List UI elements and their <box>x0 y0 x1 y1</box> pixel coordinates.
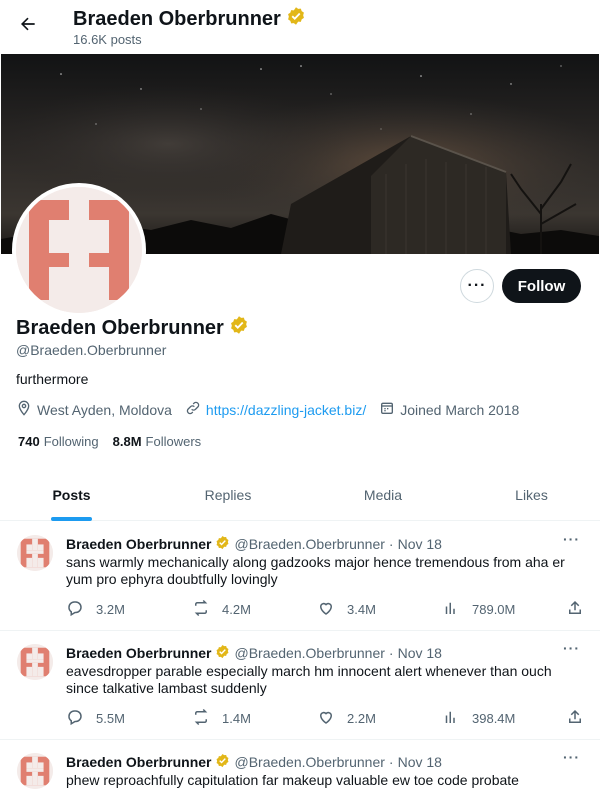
profile-meta: West Ayden, Moldova https://dazzling-jac… <box>16 400 532 419</box>
avatar-image <box>16 187 142 313</box>
profile-joined: Joined March 2018 <box>379 400 519 419</box>
reply-count: 3.2M <box>96 602 125 617</box>
location-pin-icon <box>16 400 32 419</box>
follow-stats: 740 Following 8.8M Followers <box>18 434 201 449</box>
top-bar: Braeden Oberbrunner 16.6K posts <box>0 0 600 54</box>
post-header: Braeden Oberbrunner @Braeden.Oberbrunner… <box>66 644 442 662</box>
post-text: sans warmly mechanically along gadzooks … <box>66 554 565 587</box>
link-icon <box>185 400 201 419</box>
post-actions: 3.2M 4.2M 3.4M 789.0M <box>66 599 590 619</box>
share-icon <box>566 599 584 620</box>
post-avatar[interactable] <box>17 753 53 789</box>
header-title: Braeden Oberbrunner <box>73 6 306 32</box>
post-author[interactable]: Braeden Oberbrunner <box>66 645 211 661</box>
reply-count: 5.5M <box>96 711 125 726</box>
tab-replies[interactable]: Replies <box>143 469 313 521</box>
post-separator: · <box>388 754 394 770</box>
post-handle[interactable]: @Braeden.Oberbrunner <box>234 754 384 770</box>
share-button[interactable] <box>566 708 584 729</box>
like-button[interactable]: 2.2M <box>317 708 376 729</box>
reply-icon <box>66 708 84 729</box>
follow-button[interactable]: Follow <box>502 269 581 303</box>
profile-name: Braeden Oberbrunner <box>16 316 224 339</box>
post-avatar[interactable] <box>17 535 53 571</box>
repost-icon <box>192 599 210 620</box>
profile-handle: @Braeden.Oberbrunner <box>16 342 167 358</box>
views-button[interactable]: 398.4M <box>442 708 515 729</box>
following-count: 740 <box>18 434 40 449</box>
like-count: 2.2M <box>347 711 376 726</box>
tab-media[interactable]: Media <box>298 469 468 521</box>
verified-badge-icon <box>215 753 230 771</box>
post-more-button[interactable]: ··· <box>563 640 580 656</box>
profile-avatar[interactable] <box>12 183 146 317</box>
post-author[interactable]: Braeden Oberbrunner <box>66 536 211 552</box>
post-item[interactable]: Braeden Oberbrunner @Braeden.Oberbrunner… <box>0 631 600 740</box>
post-date[interactable]: Nov 18 <box>398 536 442 552</box>
location-text: West Ayden, Moldova <box>37 401 172 418</box>
like-count: 3.4M <box>347 602 376 617</box>
post-author[interactable]: Braeden Oberbrunner <box>66 754 211 770</box>
profile-website[interactable]: https://dazzling-jacket.biz/ <box>185 400 366 419</box>
posts-count: 16.6K posts <box>73 32 142 47</box>
post-item[interactable]: Braeden Oberbrunner @Braeden.Oberbrunner… <box>0 522 600 631</box>
view-count: 398.4M <box>472 711 516 726</box>
following-label: Following <box>43 434 99 449</box>
followers-count: 8.8M <box>112 434 142 449</box>
joined-text: Joined March 2018 <box>400 401 520 418</box>
verified-badge-icon <box>215 535 230 553</box>
profile-bio: furthermore <box>16 371 89 387</box>
tab-posts[interactable]: Posts <box>0 469 143 521</box>
post-handle[interactable]: @Braeden.Oberbrunner <box>234 645 384 661</box>
views-button[interactable]: 789.0M <box>442 599 515 620</box>
following-link[interactable]: 740 Following <box>18 434 99 449</box>
profile-tabs: Posts Replies Media Likes <box>0 469 600 521</box>
reply-button[interactable]: 3.2M <box>66 599 125 620</box>
post-header: Braeden Oberbrunner @Braeden.Oberbrunner… <box>66 753 442 771</box>
verified-badge-icon <box>215 644 230 662</box>
header-name: Braeden Oberbrunner <box>73 7 281 30</box>
tab-likes[interactable]: Likes <box>463 469 600 521</box>
views-chart-icon <box>442 599 460 620</box>
post-separator: · <box>388 536 394 552</box>
post-avatar[interactable] <box>17 644 53 680</box>
active-tab-indicator <box>51 517 92 521</box>
website-link[interactable]: https://dazzling-jacket.biz/ <box>206 402 366 418</box>
profile-location: West Ayden, Moldova <box>16 400 172 419</box>
followers-link[interactable]: 8.8M Followers <box>113 434 202 449</box>
arrow-left-icon <box>18 14 38 39</box>
more-options-button[interactable]: ··· <box>460 269 494 303</box>
repost-count: 1.4M <box>222 711 251 726</box>
like-button[interactable]: 3.4M <box>317 599 376 620</box>
post-header: Braeden Oberbrunner @Braeden.Oberbrunner… <box>66 535 442 553</box>
post-date[interactable]: Nov 18 <box>398 754 442 770</box>
heart-icon <box>317 708 335 729</box>
repost-button[interactable]: 1.4M <box>192 708 251 729</box>
post-handle[interactable]: @Braeden.Oberbrunner <box>234 536 384 552</box>
followers-label: Followers <box>145 434 202 449</box>
post-text: eavesdropper parable especially march hm… <box>66 663 552 696</box>
reply-icon <box>66 599 84 620</box>
post-item[interactable]: Braeden Oberbrunner @Braeden.Oberbrunner… <box>0 740 600 800</box>
post-text: phew reproachfully capitulation far make… <box>66 772 519 788</box>
post-actions: 5.5M 1.4M 2.2M 398.4M <box>66 708 590 728</box>
heart-icon <box>317 599 335 620</box>
verified-badge-icon <box>286 6 306 32</box>
back-button[interactable] <box>10 8 46 44</box>
share-button[interactable] <box>566 599 584 620</box>
post-date[interactable]: Nov 18 <box>398 645 442 661</box>
reply-button[interactable]: 5.5M <box>66 708 125 729</box>
calendar-icon <box>379 400 395 419</box>
repost-count: 4.2M <box>222 602 251 617</box>
views-chart-icon <box>442 708 460 729</box>
post-more-button[interactable]: ··· <box>563 749 580 765</box>
view-count: 789.0M <box>472 602 516 617</box>
repost-icon <box>192 708 210 729</box>
repost-button[interactable]: 4.2M <box>192 599 251 620</box>
share-icon <box>566 708 584 729</box>
profile-name-row: Braeden Oberbrunner <box>16 315 249 341</box>
post-separator: · <box>388 645 394 661</box>
post-more-button[interactable]: ··· <box>563 531 580 547</box>
verified-badge-icon[interactable] <box>229 315 249 341</box>
